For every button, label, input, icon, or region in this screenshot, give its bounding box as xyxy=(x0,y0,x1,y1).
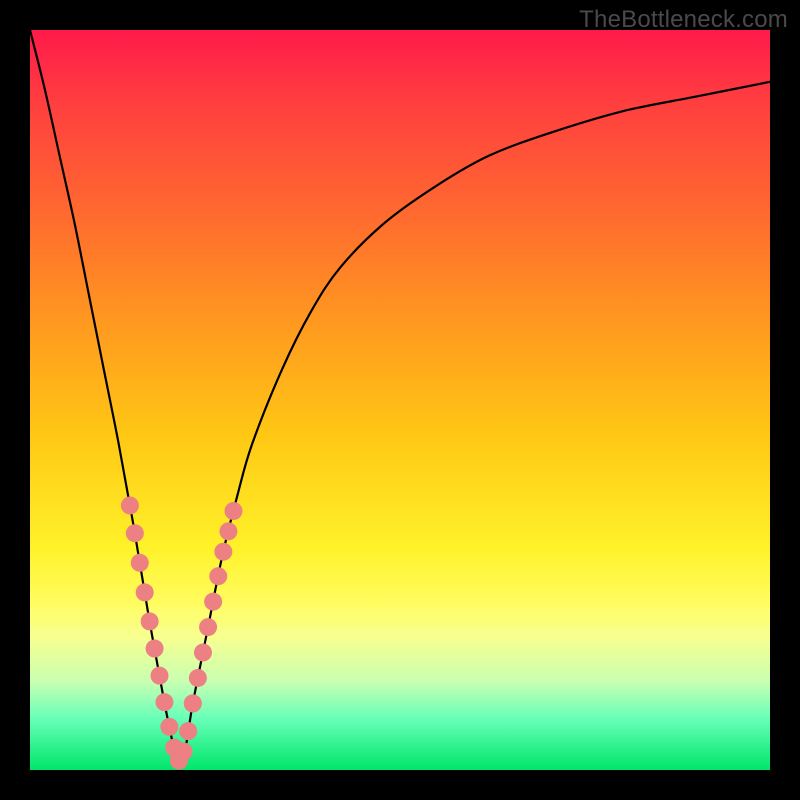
bottleneck-curve xyxy=(30,30,770,763)
bead xyxy=(126,524,144,542)
bead xyxy=(214,543,232,561)
watermark-text: TheBottleneck.com xyxy=(579,6,788,34)
bead xyxy=(175,743,193,761)
bead xyxy=(219,522,237,540)
bead xyxy=(155,693,173,711)
bead xyxy=(146,640,164,658)
bead xyxy=(136,583,154,601)
bead xyxy=(179,722,197,740)
outer-frame: TheBottleneck.com xyxy=(0,0,800,800)
bead xyxy=(204,593,222,611)
curve-svg xyxy=(30,30,770,770)
bead xyxy=(141,612,159,630)
bead xyxy=(131,554,149,572)
bead-group xyxy=(121,496,243,769)
bead xyxy=(209,567,227,585)
plot-area xyxy=(30,30,770,770)
bead xyxy=(151,667,169,685)
bead xyxy=(225,502,243,520)
bead xyxy=(194,644,212,662)
bead xyxy=(121,496,139,514)
bead xyxy=(189,669,207,687)
bead xyxy=(160,718,178,736)
bead xyxy=(199,618,217,636)
bead xyxy=(184,694,202,712)
